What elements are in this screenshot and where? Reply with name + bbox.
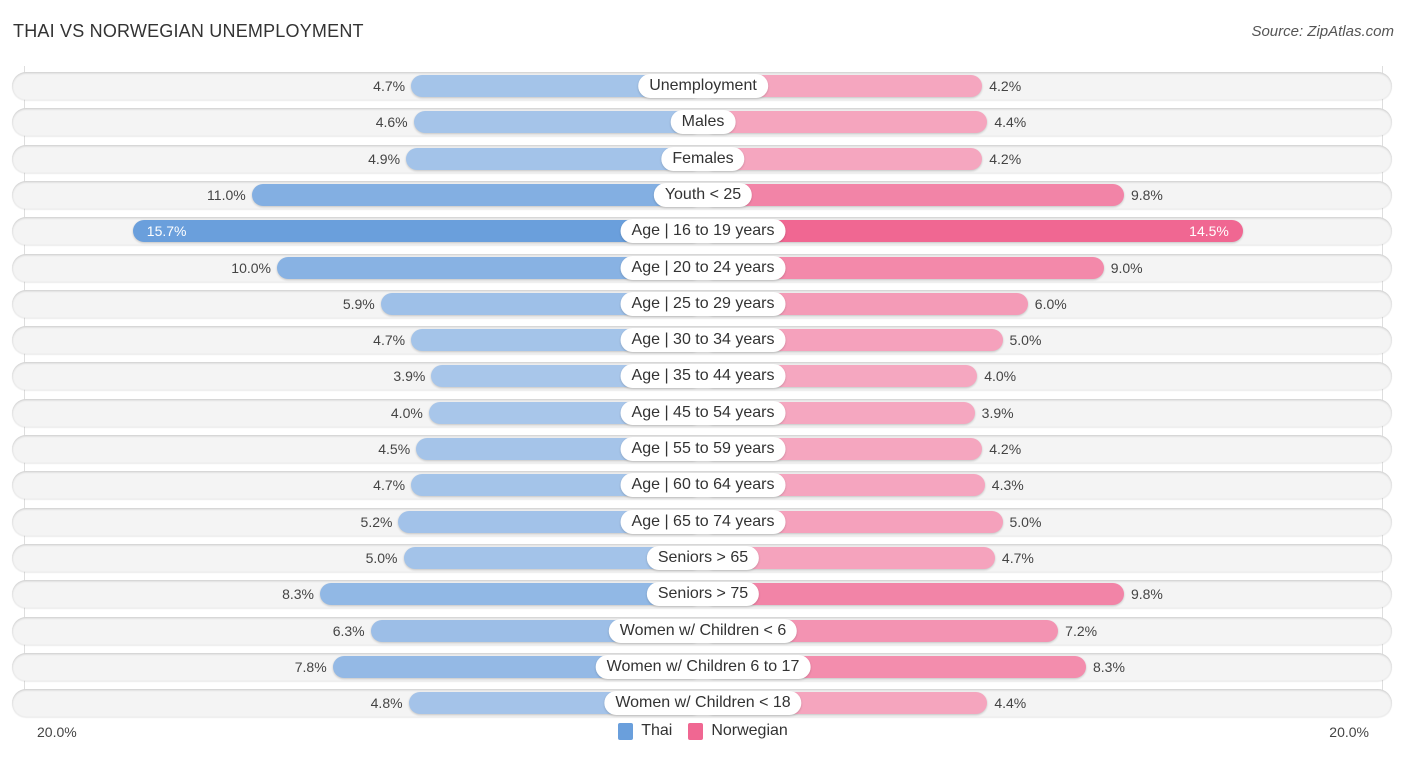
value-label-thai: 4.5%: [378, 441, 411, 457]
category-label: Age | 25 to 29 years: [620, 291, 786, 316]
value-label-norwegian: 4.4%: [994, 114, 1027, 131]
bar-norwegian[interactable]: [703, 147, 983, 170]
value-label-thai: 4.7%: [373, 477, 406, 494]
value-label-norwegian: 5.0%: [1009, 513, 1042, 530]
bar-thai[interactable]: [251, 183, 703, 206]
bar-norwegian[interactable]: [703, 111, 988, 134]
value-label-thai: 8.3%: [282, 586, 315, 603]
value-label-thai: 6.3%: [332, 622, 365, 639]
value-label-thai: 3.9%: [393, 368, 426, 385]
category-label: Age | 45 to 54 years: [620, 400, 786, 425]
legend-swatch-thai: [618, 722, 634, 740]
bar-norwegian[interactable]: [703, 183, 1124, 206]
bar-norwegian[interactable]: [703, 583, 1124, 606]
category-label: Age | 30 to 34 years: [620, 328, 786, 353]
category-label: Seniors > 65: [646, 545, 760, 570]
category-label: Age | 60 to 64 years: [620, 473, 786, 498]
category-label: Age | 65 to 74 years: [620, 509, 786, 534]
category-label: Males: [670, 110, 736, 135]
value-label-norwegian: 4.3%: [991, 477, 1024, 494]
value-label-thai: 4.0%: [390, 404, 423, 421]
value-label-norwegian: 9.8%: [1130, 186, 1163, 203]
bar-thai[interactable]: [320, 583, 703, 606]
value-label-norwegian: 4.0%: [984, 368, 1017, 385]
value-label-norwegian: 6.0%: [1034, 295, 1067, 312]
legend-label-thai: Thai: [641, 722, 673, 739]
category-label: Females: [661, 146, 745, 171]
chart-area: 4.7% 4.2% Unemployment 4.6% 4.4% Males 4.9% 4.2…: [0, 0, 1406, 757]
value-label-norwegian: 7.2%: [1065, 622, 1098, 639]
bar-thai[interactable]: [413, 111, 703, 134]
value-label-thai: 4.6%: [375, 114, 408, 131]
value-label-norwegian: 4.2%: [989, 441, 1022, 457]
bar-thai[interactable]: [406, 147, 703, 170]
value-label-thai: 10.0%: [231, 259, 271, 276]
value-label-norwegian: 14.5%: [1189, 223, 1229, 240]
value-label-thai: 4.9%: [368, 150, 401, 167]
category-label: Age | 20 to 24 years: [620, 255, 786, 280]
legend-item-thai[interactable]: Thai: [618, 722, 672, 740]
value-label-norwegian: 5.0%: [1009, 332, 1042, 349]
value-label-norwegian: 9.0%: [1110, 259, 1143, 276]
legend-item-norwegian[interactable]: Norwegian: [688, 722, 788, 740]
value-label-thai: 4.8%: [370, 695, 403, 712]
category-label: Women w/ Children 6 to 17: [595, 654, 811, 679]
value-label-thai: 5.0%: [365, 549, 398, 566]
value-label-thai: 5.2%: [360, 513, 393, 530]
value-label-norwegian: 4.2%: [989, 78, 1022, 94]
value-label-norwegian: 9.8%: [1130, 586, 1163, 603]
value-label-thai: 5.9%: [342, 295, 375, 312]
value-label-thai: 15.7%: [146, 223, 187, 240]
value-label-thai: 4.7%: [373, 332, 406, 349]
category-label: Youth < 25: [653, 182, 753, 207]
category-label: Age | 16 to 19 years: [620, 219, 786, 244]
category-label: Unemployment: [638, 74, 768, 98]
category-label: Women w/ Children < 6: [608, 618, 798, 643]
value-label-norwegian: 4.4%: [994, 695, 1027, 712]
value-label-norwegian: 3.9%: [981, 404, 1014, 421]
value-label-thai: 4.7%: [373, 78, 406, 94]
legend-swatch-norwegian: [688, 722, 704, 740]
category-label: Seniors > 75: [646, 582, 760, 607]
value-label-norwegian: 8.3%: [1092, 658, 1125, 675]
legend-label-norwegian: Norwegian: [711, 722, 788, 739]
value-label-norwegian: 4.2%: [989, 150, 1022, 167]
value-label-norwegian: 4.7%: [1001, 549, 1034, 566]
category-label: Women w/ Children < 18: [604, 691, 802, 716]
category-label: Age | 35 to 44 years: [620, 364, 786, 389]
bar-thai[interactable]: [132, 220, 703, 243]
value-label-thai: 11.0%: [207, 186, 246, 203]
value-label-thai: 7.8%: [294, 658, 327, 675]
legend: Thai Norwegian: [0, 722, 1406, 740]
category-label: Age | 55 to 59 years: [620, 437, 786, 461]
